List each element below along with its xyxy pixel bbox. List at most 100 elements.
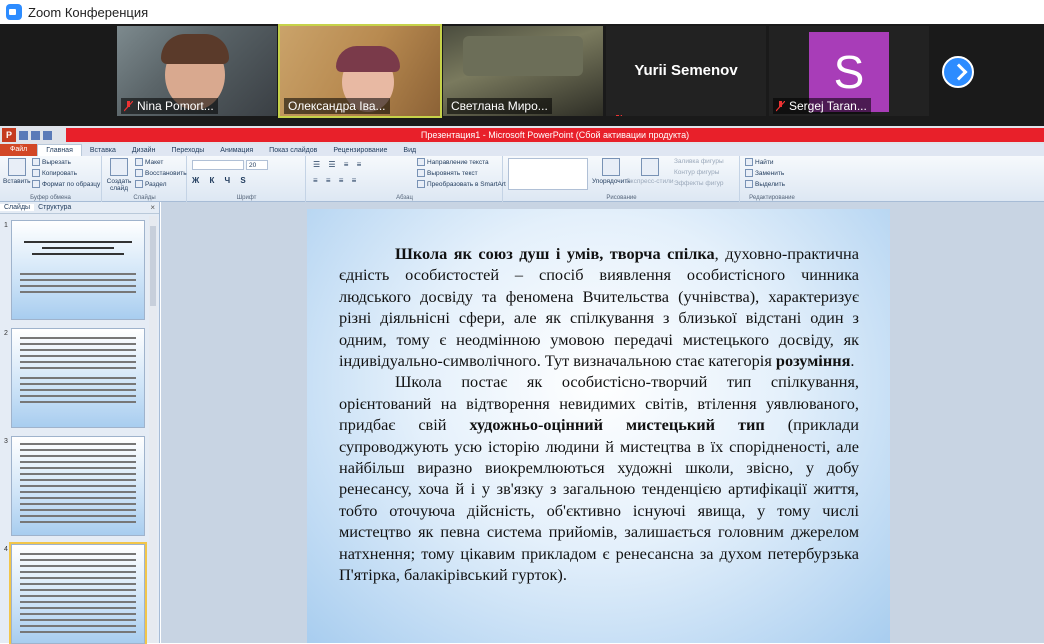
- powerpoint-titlebar: P Презентация1 - Microsoft PowerPoint (С…: [0, 126, 1044, 144]
- paragraph-group-label: Абзац: [396, 195, 413, 201]
- section-button[interactable]: Раздел: [135, 180, 166, 188]
- video-strip: Nina Pomort... Олександра Іва... Светлан…: [0, 24, 1044, 126]
- select-button[interactable]: Выделить: [745, 180, 785, 188]
- tab-slides-panel[interactable]: Слайды: [0, 204, 35, 211]
- reset-icon: [135, 169, 143, 177]
- find-button[interactable]: Найти: [745, 158, 774, 166]
- participant-name: Sergej Taran...: [773, 98, 871, 114]
- slide-thumbnail[interactable]: [11, 328, 145, 428]
- close-panel-icon[interactable]: ×: [150, 203, 155, 212]
- ribbon-tabs: Файл Главная Вставка Дизайн Переходы Ани…: [0, 144, 1044, 156]
- brush-icon: [32, 180, 40, 188]
- participant-video: [463, 36, 583, 76]
- list-buttons[interactable]: ☰ ☰ ≡ ≡: [313, 160, 364, 169]
- participant-tile[interactable]: Yurii Semenov: [606, 26, 766, 116]
- mic-muted-icon: [124, 101, 133, 112]
- shape-fill-button[interactable]: Заливка фигуры: [674, 158, 724, 165]
- binoculars-icon: [745, 158, 753, 166]
- participant-tile-active[interactable]: Олександра Іва...: [278, 24, 442, 118]
- tab-slideshow[interactable]: Показ слайдов: [261, 147, 325, 154]
- slide-number: 1: [4, 222, 8, 229]
- participant-tile[interactable]: Nina Pomort...: [117, 26, 277, 116]
- shapes-gallery[interactable]: [508, 158, 588, 190]
- tab-view[interactable]: Вид: [395, 147, 424, 154]
- save-icon[interactable]: [19, 130, 28, 140]
- tab-insert[interactable]: Вставка: [82, 147, 124, 154]
- copy-button[interactable]: Копировать: [32, 169, 77, 177]
- drawing-group-label: Рисование: [606, 195, 637, 201]
- slide-thumbnail-selected[interactable]: [9, 542, 147, 644]
- slides-group: Создать слайд Макет Восстановить Раздел …: [103, 156, 187, 202]
- clipboard-group: Вставить Вырезать Копировать Формат по о…: [0, 156, 102, 202]
- tab-design[interactable]: Дизайн: [124, 147, 164, 154]
- tab-home[interactable]: Главная: [37, 144, 82, 156]
- quick-styles-icon: [640, 158, 659, 176]
- participant-hair: [336, 46, 400, 72]
- participant-display-name: Yurii Semenov: [634, 62, 738, 79]
- scissors-icon: [32, 158, 40, 166]
- powerpoint-app-icon: P: [2, 128, 16, 142]
- slide-number: 3: [4, 438, 8, 445]
- tab-review[interactable]: Рецензирование: [325, 147, 395, 154]
- slide-text-box[interactable]: Школа як союз душ і умів, творча спілка,…: [339, 243, 859, 586]
- align-text-button[interactable]: Выровнять текст: [417, 169, 478, 177]
- select-icon: [745, 180, 753, 188]
- slides-panel-scrollbar[interactable]: [149, 216, 157, 643]
- smartart-button[interactable]: Преобразовать в SmartArt: [417, 180, 506, 188]
- slide-thumbnail[interactable]: [11, 436, 145, 536]
- shape-effects-button[interactable]: Эффекты фигур: [674, 180, 724, 187]
- zoom-window-title: Zoom Конференция: [28, 4, 149, 20]
- shape-outline-button[interactable]: Контур фигуры: [674, 169, 719, 176]
- slide-paragraph-1: Школа як союз душ і умів, творча спілка,…: [339, 244, 859, 371]
- slide-number: 4: [4, 546, 8, 553]
- slide-bold-word: розуміння: [775, 351, 851, 371]
- participant-tile[interactable]: Светлана Миро...: [443, 26, 603, 116]
- paste-button[interactable]: Вставить: [3, 158, 31, 185]
- section-icon: [135, 180, 143, 188]
- slide-paragraph-2: Школа постає як особистісно-творчий тип …: [339, 372, 859, 585]
- slide-thumbnail[interactable]: [11, 220, 145, 320]
- layout-button[interactable]: Макет: [135, 158, 163, 166]
- tab-file[interactable]: Файл: [0, 144, 38, 156]
- paragraph-group: Направление текста Выровнять текст Преоб…: [307, 156, 506, 202]
- slide-editor-area: Школа як союз душ і умів, творча спілка,…: [161, 202, 1044, 643]
- powerpoint-window-title: Презентация1 - Microsoft PowerPoint (Сбо…: [66, 128, 1044, 142]
- current-slide[interactable]: Школа як союз душ і умів, творча спілка,…: [307, 209, 890, 643]
- clipboard-group-label: Буфер обмена: [30, 195, 71, 201]
- new-slide-button[interactable]: Создать слайд: [106, 158, 132, 192]
- alignment-buttons[interactable]: ≡ ≡ ≡ ≡: [313, 176, 359, 185]
- cut-button[interactable]: Вырезать: [32, 158, 71, 166]
- reset-button[interactable]: Восстановить: [135, 169, 187, 177]
- font-size-select[interactable]: 20: [246, 160, 268, 170]
- undo-icon[interactable]: [31, 130, 40, 140]
- tab-animation[interactable]: Анимация: [212, 147, 261, 154]
- tab-outline-panel[interactable]: Структура: [34, 204, 75, 211]
- quick-styles-button[interactable]: Экспресс-стили: [626, 158, 674, 185]
- participant-name: Nina Pomort...: [121, 98, 218, 114]
- copy-icon: [32, 169, 40, 177]
- participant-hair: [161, 34, 229, 64]
- font-format-buttons[interactable]: Ж К Ч S: [192, 176, 250, 185]
- arrange-button[interactable]: Упорядочить: [592, 158, 631, 185]
- text-direction-icon: [417, 158, 425, 166]
- participant-name: Олександра Іва...: [284, 98, 390, 114]
- slides-group-label: Слайды: [133, 195, 156, 201]
- font-group: 20 Ж К Ч S Шрифт: [188, 156, 306, 202]
- arrange-icon: [602, 158, 621, 176]
- tab-transitions[interactable]: Переходы: [163, 147, 212, 154]
- participant-mute-status: [610, 112, 630, 116]
- next-page-arrow-icon[interactable]: [942, 56, 974, 88]
- participant-tile[interactable]: S Sergej Taran...: [769, 26, 929, 116]
- mic-muted-icon: [616, 115, 622, 116]
- font-name-select[interactable]: [192, 160, 244, 170]
- format-painter-button[interactable]: Формат по образцу: [32, 180, 100, 188]
- text-direction-button[interactable]: Направление текста: [417, 158, 489, 166]
- quick-access-toolbar: P: [2, 127, 62, 143]
- replace-button[interactable]: Заменить: [745, 169, 784, 177]
- slides-panel: Слайды Структура × 1 2 3 4: [0, 202, 160, 644]
- participant-name: Светлана Миро...: [447, 98, 552, 114]
- editing-group: Найти Заменить Выделить Редактирование: [741, 156, 803, 202]
- mic-muted-icon: [776, 101, 785, 112]
- ribbon: Вставить Вырезать Копировать Формат по о…: [0, 156, 1044, 202]
- redo-icon[interactable]: [43, 130, 52, 140]
